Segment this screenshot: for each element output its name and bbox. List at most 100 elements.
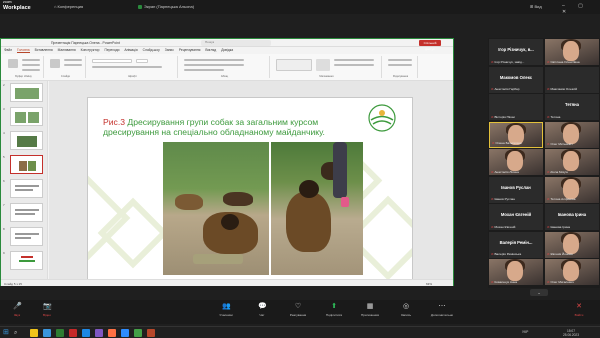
- ribbon-tab[interactable]: Головна: [17, 48, 30, 53]
- ppt-window-title: Презентація Парпецька Олена - PowerPoint: [51, 40, 120, 45]
- slide-thumbnail[interactable]: [10, 131, 43, 150]
- slide-thumbnail[interactable]: [10, 203, 43, 222]
- zoom-level[interactable]: 63%: [426, 282, 432, 286]
- control-1[interactable]: 📷 Відео: [33, 303, 61, 317]
- participant-tile[interactable]: ⊘ Олег Митькевіч: [545, 121, 599, 148]
- ribbon-group-font[interactable]: Шрифт: [88, 56, 178, 78]
- participant-name-text: Іванова Ірина: [550, 224, 570, 229]
- participant-tile[interactable]: ⊘ Вікторія Ніком: [489, 94, 543, 120]
- zoom-workplace-logo: zoom Workplace: [3, 0, 31, 11]
- control-6[interactable]: ▦ Приложения: [356, 303, 384, 317]
- keyboard-language[interactable]: УКР: [522, 330, 528, 334]
- ribbon-tab[interactable]: Слайд-шоу: [143, 48, 160, 52]
- taskbar-app-icon[interactable]: [56, 329, 64, 337]
- ribbon-tab[interactable]: Анімація: [124, 48, 137, 52]
- ribbon-tab[interactable]: Малювання: [58, 48, 76, 52]
- ribbon-group-slides[interactable]: Слайди: [46, 56, 86, 78]
- window-controls[interactable]: – ▢ ✕: [562, 3, 600, 15]
- taskbar-app-icon[interactable]: [69, 329, 77, 337]
- control-0[interactable]: 🎤 Звук: [3, 303, 31, 317]
- participant-name-text: Анастасія Гарбар: [494, 87, 520, 91]
- slide-thumbnail[interactable]: [10, 107, 43, 126]
- ribbon-group-paragraph[interactable]: Абзац: [180, 56, 270, 78]
- participant-name-text: Ковальчук Анна: [494, 279, 518, 284]
- control-8[interactable]: ⋯ Дополнительно: [428, 303, 456, 317]
- slide-thumbnail-selected[interactable]: [10, 155, 43, 174]
- slide-thumbnail-panel[interactable]: 2 3 4 5 6 7 8 9: [1, 81, 48, 279]
- ribbon-group-drawing[interactable]: Малювання: [272, 56, 382, 78]
- zoom-logo-workplace: Workplace: [3, 4, 31, 11]
- ribbon-tab[interactable]: Переходи: [104, 48, 119, 52]
- slide-thumbnail[interactable]: [10, 227, 43, 246]
- participant-tile[interactable]: Іванова Ірина ⊘ Іванова Ірина: [545, 204, 599, 230]
- slide-thumbnail[interactable]: [10, 179, 43, 198]
- participant-tile[interactable]: ⊘ Олена Батьтигина: [489, 121, 543, 148]
- ribbon-tab[interactable]: Вигляд: [205, 48, 216, 52]
- participant-tile[interactable]: Мохан Євгеній ⊘ Мохан Євгеній: [489, 204, 543, 230]
- ribbon-tab[interactable]: Запис: [165, 48, 174, 52]
- participant-tile[interactable]: Валерія Ремін... ⊘ Валерія Ремінська: [489, 231, 543, 258]
- control-icon: ⋯: [438, 303, 446, 310]
- participant-tile[interactable]: ⊘ Анастасія Лісина: [489, 149, 543, 175]
- participant-name-label: ⊘ Олег Митькевіч: [547, 142, 573, 146]
- view-button[interactable]: ⊞ Вид: [530, 4, 542, 9]
- participant-tile[interactable]: Іванов Руслан ⊘ Іванов Руслан: [489, 176, 543, 203]
- ribbon-tab[interactable]: Файл: [4, 48, 12, 52]
- taskbar-app-icon[interactable]: [134, 329, 142, 337]
- ribbon-tab[interactable]: Вставлення: [35, 48, 53, 52]
- control-7[interactable]: ◎ Запись: [392, 303, 420, 317]
- ribbon-tab[interactable]: Конструктор: [81, 48, 100, 52]
- dog-training-photo-2: [271, 142, 363, 275]
- participant-tile[interactable]: ⊘ Олег Мигалевич: [545, 259, 599, 285]
- control-3[interactable]: 💬 Чат: [248, 303, 276, 317]
- tab-conference[interactable]: ⌂ Конференция: [54, 4, 83, 9]
- system-clock[interactable]: 15:07 25.06.2023: [560, 329, 582, 337]
- windows-start-icon[interactable]: ⊞: [3, 329, 11, 337]
- participant-video-face: [563, 261, 579, 281]
- taskbar-app-icon[interactable]: [43, 329, 51, 337]
- control-2[interactable]: 👥 Учасники: [212, 303, 240, 317]
- participant-tile[interactable]: Тетяна ⊘ Тетяна: [545, 94, 599, 120]
- participant-tile[interactable]: ⊘ Тетяна Алфімова: [545, 176, 599, 203]
- ribbon-group-clipboard[interactable]: Буфер обміну: [4, 56, 44, 78]
- control-9[interactable]: ✕ Вийти: [565, 303, 593, 317]
- ribbon-tab[interactable]: Довідка: [221, 48, 233, 52]
- ppt-search-input[interactable]: Пошук: [201, 40, 271, 46]
- taskbar-app-icon[interactable]: [121, 329, 129, 337]
- participant-tile[interactable]: ⊘ Ковальчук Анна: [489, 259, 543, 285]
- collapse-gallery-button[interactable]: ⌄: [530, 289, 548, 296]
- control-5[interactable]: ⬆ Поділитися: [320, 303, 348, 317]
- taskbar-app-icon[interactable]: [30, 329, 38, 337]
- slide-thumbnail[interactable]: [10, 251, 43, 270]
- control-4[interactable]: ♡ Реагування: [284, 303, 312, 317]
- slide-thumbnail[interactable]: [10, 83, 43, 102]
- participant-name-label: ⊘ Анастасія Гарбар: [491, 87, 519, 91]
- taskbar-app-icon[interactable]: [147, 329, 155, 337]
- control-icon: ⬆: [331, 303, 337, 310]
- control-icon: ✕: [576, 303, 582, 310]
- search-icon[interactable]: ⌕: [14, 329, 22, 337]
- participant-name-label: ⊘ Мохан Євгеній: [491, 225, 515, 229]
- taskbar-app-icon[interactable]: [95, 329, 103, 337]
- control-label: Приложения: [360, 313, 380, 317]
- participant-tile[interactable]: ⊘ Alona Moiyw: [545, 149, 599, 175]
- participant-tile[interactable]: Ігор Різничук, в... ⊘ Ігор Різничук, заві…: [489, 39, 543, 65]
- participant-tile[interactable]: ⊘ Євгенія Йонова: [545, 231, 599, 258]
- windows-taskbar: ⊞ ⌕ УКР 15:07 25.06.2023: [0, 326, 600, 338]
- share-title-text: Экран (Парпецька Альона): [144, 4, 195, 9]
- participant-tile[interactable]: ⊘ Максимов Олексій: [545, 66, 599, 93]
- participant-video-face: [563, 151, 579, 171]
- taskbar-app-icon[interactable]: [82, 329, 90, 337]
- ribbon-group-label: Буфер обміну: [15, 75, 32, 78]
- tab-conference-label: Конференция: [57, 4, 84, 9]
- current-slide[interactable]: Рис.3 Дресирування групи собак за загаль…: [87, 97, 413, 280]
- zoom-logo-word: zoom: [3, 0, 12, 4]
- ppt-share-button[interactable]: Спільний доступ: [419, 39, 441, 51]
- taskbar-app-icon[interactable]: [108, 329, 116, 337]
- participant-tile[interactable]: Макомов Олекс ⊘ Анастасія Гарбар: [489, 66, 543, 93]
- ribbon-group-editing[interactable]: Редагування: [384, 56, 418, 78]
- participant-name-label: ⊘ Світлана Олексіївна: [547, 60, 580, 64]
- participant-tile[interactable]: ⊘ Світлана Олексіївна: [545, 39, 599, 65]
- ppt-status-bar: Слайд 5 з 15 63%: [1, 279, 453, 286]
- ribbon-tab[interactable]: Рецензування: [179, 48, 201, 52]
